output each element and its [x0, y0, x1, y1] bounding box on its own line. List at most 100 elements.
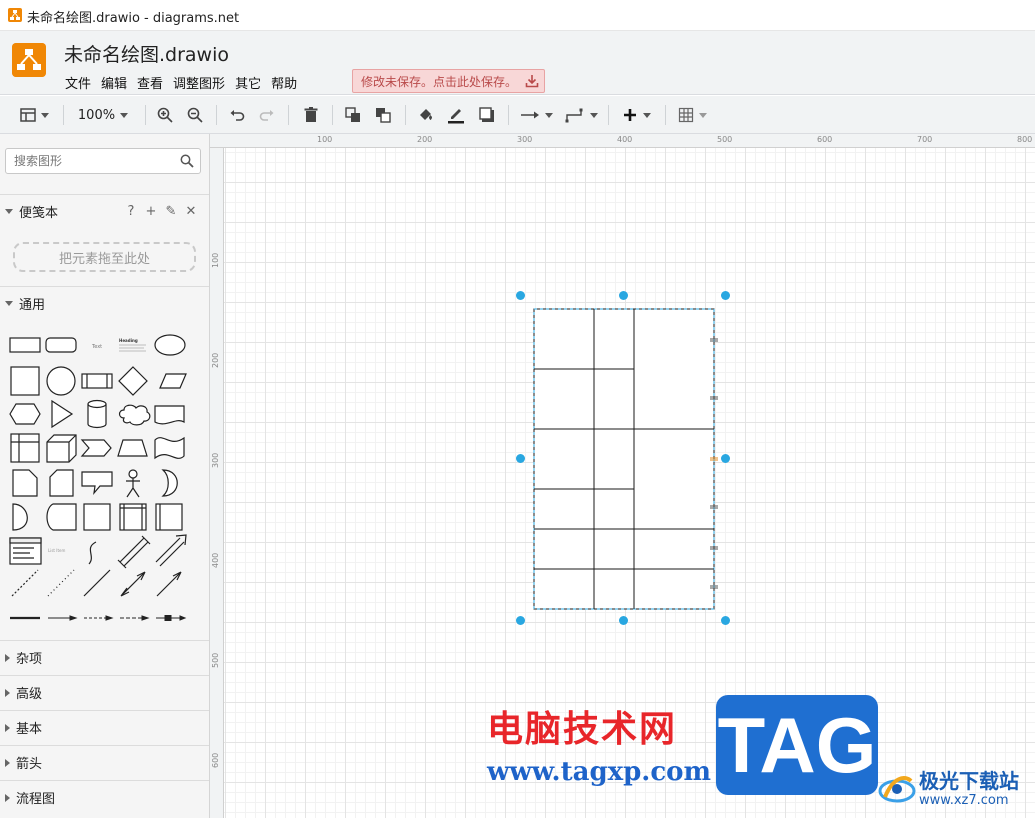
container-shape[interactable] — [155, 503, 183, 531]
or-shape[interactable] — [161, 469, 178, 497]
ruler-label: 300 — [211, 452, 220, 468]
basic-section-header[interactable]: 基本 — [0, 710, 209, 744]
curve-shape[interactable] — [88, 541, 97, 565]
to-back-icon — [376, 108, 391, 123]
connection-style-button[interactable] — [518, 103, 554, 127]
swimlane-shape[interactable] — [119, 503, 147, 531]
chevron-right-icon — [5, 758, 10, 767]
general-section-header[interactable]: 通用 — [0, 286, 209, 320]
diamond-shape[interactable] — [118, 366, 148, 396]
card-shape[interactable] — [49, 469, 74, 497]
shape-search — [5, 148, 201, 174]
circle-shape[interactable] — [46, 366, 76, 396]
double-arrow-shape[interactable] — [155, 534, 187, 567]
line-shape[interactable] — [83, 569, 111, 597]
waypoint-style-button[interactable] — [563, 103, 599, 127]
delay-shape[interactable] — [12, 503, 28, 531]
redo-button[interactable] — [256, 103, 278, 127]
textbox-shape[interactable]: Heading — [119, 338, 146, 352]
dashed-line-shape[interactable] — [11, 569, 39, 597]
insert-button[interactable] — [618, 103, 654, 127]
resize-handle-top[interactable] — [619, 291, 628, 300]
shadow-button[interactable] — [476, 103, 498, 127]
edit-icon[interactable]: ✎ — [165, 204, 177, 219]
menu-help[interactable]: 帮助 — [266, 73, 302, 92]
format-panel-button[interactable] — [14, 103, 54, 127]
dashed-arrow-shape[interactable] — [84, 615, 114, 621]
rect-shape[interactable] — [83, 503, 111, 531]
search-input[interactable] — [12, 152, 172, 170]
triangle-shape[interactable] — [51, 399, 74, 429]
menu-edit[interactable]: 编辑 — [96, 73, 132, 92]
labeled-connector-shape[interactable] — [156, 615, 187, 621]
resize-handle-right[interactable] — [721, 454, 730, 463]
internal-storage-shape[interactable] — [10, 433, 40, 463]
rounded-rectangle-shape[interactable] — [45, 337, 77, 353]
to-back-button[interactable] — [372, 103, 394, 127]
square-shape[interactable] — [10, 366, 40, 396]
cylinder-shape[interactable] — [87, 399, 107, 429]
directional-connector-shape[interactable] — [156, 571, 182, 597]
table-button[interactable] — [674, 103, 710, 127]
selected-table[interactable] — [510, 284, 730, 629]
drawio-logo-icon — [8, 8, 22, 22]
document-shape[interactable] — [154, 405, 185, 425]
resize-handle-bottom-right[interactable] — [721, 616, 730, 625]
actor-shape[interactable] — [126, 469, 140, 498]
help-icon[interactable]: ? — [125, 204, 137, 219]
resize-handle-top-right[interactable] — [721, 291, 730, 300]
note-shape[interactable] — [12, 469, 38, 497]
misc-section-header[interactable]: 杂项 — [0, 640, 209, 674]
resize-handle-bottom[interactable] — [619, 616, 628, 625]
delete-button[interactable] — [300, 103, 322, 127]
cloud-shape[interactable] — [118, 404, 151, 426]
arrow-connector-shape[interactable] — [48, 615, 78, 621]
document-title[interactable]: 未命名绘图.drawio — [64, 40, 229, 67]
search-icon[interactable] — [180, 154, 194, 168]
unsaved-changes-button[interactable]: 修改未保存。点击此处保存。 — [352, 69, 545, 93]
callout-shape[interactable] — [81, 471, 113, 495]
tape-shape[interactable] — [154, 436, 185, 460]
menu-arrange[interactable]: 调整图形 — [168, 73, 230, 92]
rectangle-shape[interactable] — [9, 337, 41, 353]
bidirectional-connector-shape[interactable] — [120, 571, 146, 597]
hexagon-shape[interactable] — [9, 403, 41, 425]
menu-extras[interactable]: 其它 — [230, 73, 266, 92]
trapezoid-shape[interactable] — [117, 439, 148, 457]
app-logo-icon[interactable] — [12, 43, 46, 77]
section-label: 箭头 — [16, 757, 43, 772]
bidirectional-arrow-shape[interactable] — [117, 535, 151, 569]
chevron-right-icon — [5, 723, 10, 732]
line-color-button[interactable] — [445, 103, 467, 127]
zoom-select[interactable]: 100% — [74, 103, 132, 127]
menu-file[interactable]: 文件 — [60, 73, 96, 92]
step-shape[interactable] — [80, 439, 112, 457]
data-storage-shape[interactable] — [46, 503, 77, 531]
to-front-button[interactable] — [342, 103, 364, 127]
resize-handle-left[interactable] — [516, 454, 525, 463]
flowchart-section-header[interactable]: 流程图 — [0, 780, 209, 814]
parallelogram-shape[interactable] — [159, 373, 187, 389]
dotted-line-shape[interactable] — [47, 569, 75, 597]
dotted-arrow-shape[interactable] — [120, 615, 150, 621]
scratchpad-header[interactable]: 便笺本 ? + ✎ ✕ — [0, 194, 209, 228]
scratchpad-drop-area[interactable]: 把元素拖至此处 — [13, 242, 196, 272]
text-shape[interactable]: Text — [91, 344, 102, 350]
undo-button[interactable] — [226, 103, 248, 127]
close-icon[interactable]: ✕ — [185, 204, 197, 219]
zoom-in-button[interactable] — [154, 103, 176, 127]
list-shape[interactable] — [9, 537, 42, 565]
add-icon[interactable]: + — [145, 204, 157, 219]
resize-handle-bottom-left[interactable] — [516, 616, 525, 625]
cube-shape[interactable] — [46, 434, 77, 463]
resize-handle-top-left[interactable] — [516, 291, 525, 300]
fill-color-button[interactable] — [415, 103, 437, 127]
list-item-shape[interactable]: List Item — [48, 548, 65, 553]
ellipse-shape[interactable] — [154, 334, 186, 356]
advanced-section-header[interactable]: 高级 — [0, 675, 209, 709]
zoom-out-button[interactable] — [184, 103, 206, 127]
process-shape[interactable] — [81, 373, 113, 389]
arrows-section-header[interactable]: 箭头 — [0, 745, 209, 779]
menu-view[interactable]: 查看 — [132, 73, 168, 92]
zoom-out-icon — [187, 107, 203, 123]
